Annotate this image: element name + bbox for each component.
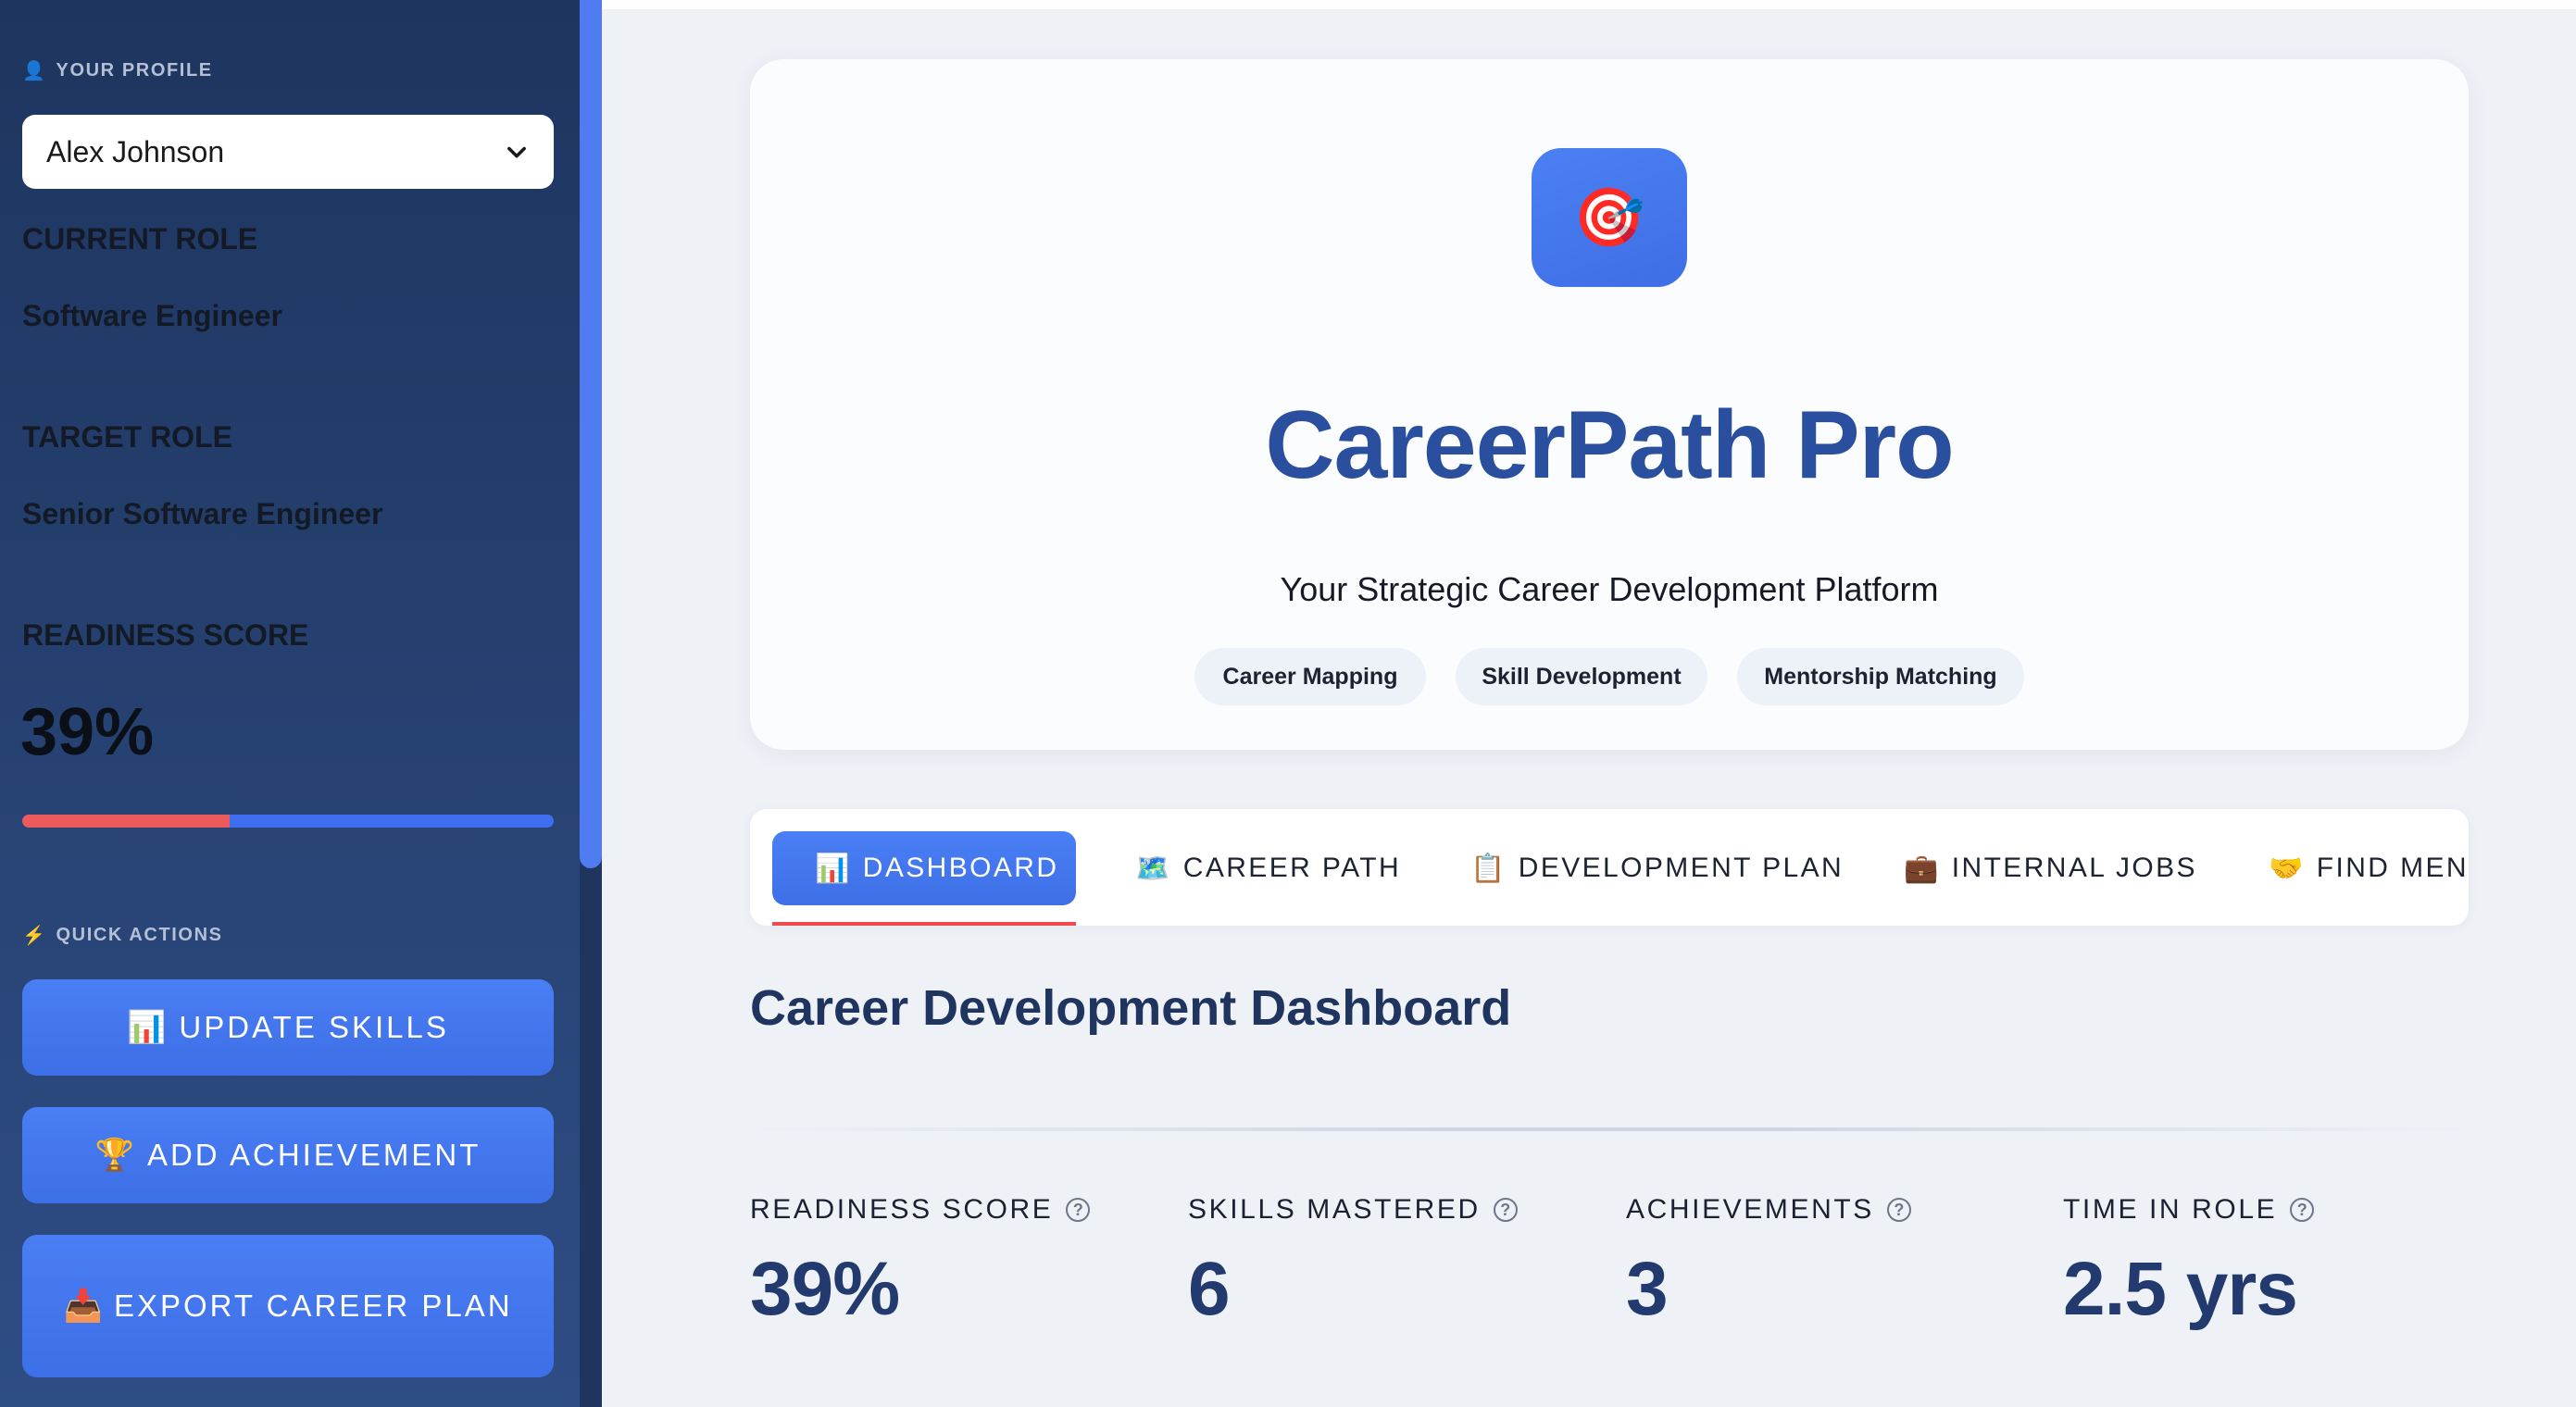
metric-label: ACHIEVEMENTS ? <box>1626 1194 1911 1226</box>
tab-dashboard[interactable]: 📊 DASHBOARD <box>772 831 1076 905</box>
sidebar: 👤 YOUR PROFILE Alex Johnson CURRENT ROLE… <box>0 0 580 1407</box>
help-icon[interactable]: ? <box>1066 1198 1091 1222</box>
active-tab-indicator <box>772 922 1076 926</box>
user-icon: 👤 <box>22 61 47 81</box>
app-logo: 🎯 <box>1532 148 1687 287</box>
tab-career-path-label: CAREER PATH <box>1182 853 1402 883</box>
metric-label-text: SKILLS MASTERED <box>1188 1194 1481 1225</box>
metric-skills-mastered: SKILLS MASTERED ? 6 <box>1188 1194 1518 1333</box>
dashboard-title: Career Development Dashboard <box>750 980 1512 1036</box>
help-icon[interactable]: ? <box>2290 1198 2315 1222</box>
metric-value: 39% <box>750 1247 900 1331</box>
briefcase-icon: 💼 <box>1904 853 1941 884</box>
export-career-plan-button[interactable]: 📥 EXPORT CAREER PLAN <box>22 1235 554 1377</box>
current-role-label: CURRENT ROLE <box>22 222 258 255</box>
tab-development-plan-label: DEVELOPMENT PLAN <box>1518 853 1844 883</box>
export-career-plan-label: 📥 EXPORT CAREER PLAN <box>63 1283 512 1329</box>
metric-achievements: ACHIEVEMENTS ? 3 <box>1626 1194 1911 1333</box>
target-icon: 🎯 <box>1573 185 1645 250</box>
quick-actions-heading: ⚡ QUICK ACTIONS <box>22 924 223 947</box>
help-icon[interactable]: ? <box>1493 1198 1518 1222</box>
tab-find-mentors[interactable]: 🤝 FIND MENTORS <box>2269 831 2469 905</box>
quick-actions-heading-label: QUICK ACTIONS <box>56 925 223 945</box>
readiness-progress-bar <box>22 815 554 828</box>
trophy-icon: 🏆 <box>94 1138 134 1173</box>
profile-heading: 👤 YOUR PROFILE <box>22 59 213 82</box>
tag-skill-development: Skill Development <box>1456 648 1707 705</box>
inbox-tray-icon: 📥 <box>63 1289 103 1324</box>
metric-label-text: READINESS SCORE <box>750 1194 1054 1225</box>
metric-label-text: ACHIEVEMENTS <box>1626 1194 1874 1225</box>
help-icon[interactable]: ? <box>1886 1198 1911 1222</box>
tab-internal-jobs-label: INTERNAL JOBS <box>1951 853 2197 883</box>
app-subtitle: Your Strategic Career Development Platfo… <box>1280 570 1939 608</box>
readiness-score-label: READINESS SCORE <box>22 618 309 652</box>
handshake-icon: 🤝 <box>2269 853 2306 884</box>
app-title: CareerPath Pro <box>1265 392 1954 499</box>
sidebar-scrollbar[interactable] <box>580 0 602 1407</box>
metric-label-text: TIME IN ROLE <box>2063 1194 2278 1225</box>
metric-label: SKILLS MASTERED ? <box>1188 1194 1518 1226</box>
tab-find-mentors-label: FIND MENTORS <box>2316 853 2469 883</box>
hero-card: 🎯 CareerPath Pro Your Strategic Career D… <box>750 59 2469 750</box>
tag-career-mapping: Career Mapping <box>1194 648 1426 705</box>
profile-select-value: Alex Johnson <box>46 134 225 168</box>
main-tabs: 📊 DASHBOARD 🗺️ CAREER PATH 📋 DEVELOPMENT… <box>750 809 2469 926</box>
readiness-score-value: 39% <box>20 695 155 769</box>
sidebar-scrollbar-thumb[interactable] <box>580 0 602 868</box>
metric-label: READINESS SCORE ? <box>750 1194 1091 1226</box>
bar-chart-icon: 📊 <box>127 1010 167 1045</box>
export-career-plan-text: EXPORT CAREER PLAN <box>113 1289 513 1323</box>
tab-internal-jobs[interactable]: 💼 INTERNAL JOBS <box>1904 831 2197 905</box>
readiness-progress-fill <box>22 815 230 828</box>
section-divider <box>750 1127 2469 1131</box>
target-role-label: TARGET ROLE <box>22 420 232 454</box>
update-skills-label: UPDATE SKILLS <box>179 1010 449 1044</box>
chevron-down-icon <box>507 146 526 158</box>
bar-chart-icon: 📊 <box>815 853 852 884</box>
metric-label: TIME IN ROLE ? <box>2063 1194 2315 1226</box>
clipboard-icon: 📋 <box>1470 853 1507 884</box>
add-achievement-button[interactable]: 🏆 ADD ACHIEVEMENT <box>22 1107 554 1203</box>
add-achievement-label: ADD ACHIEVEMENT <box>146 1138 481 1172</box>
profile-heading-label: YOUR PROFILE <box>56 60 213 81</box>
profile-select[interactable]: Alex Johnson <box>22 115 554 189</box>
current-role-value: Software Engineer <box>22 299 282 332</box>
metric-value: 2.5 yrs <box>2063 1247 2298 1331</box>
tab-development-plan[interactable]: 📋 DEVELOPMENT PLAN <box>1470 831 1844 905</box>
lightning-icon: ⚡ <box>22 926 47 946</box>
top-strip <box>602 0 2576 9</box>
tag-mentorship-matching: Mentorship Matching <box>1737 648 2024 705</box>
tab-dashboard-label: DASHBOARD <box>862 853 1059 883</box>
metric-time-in-role: TIME IN ROLE ? 2.5 yrs <box>2063 1194 2315 1333</box>
map-icon: 🗺️ <box>1135 853 1172 884</box>
tab-career-path[interactable]: 🗺️ CAREER PATH <box>1135 831 1401 905</box>
update-skills-button[interactable]: 📊 UPDATE SKILLS <box>22 979 554 1076</box>
metric-value: 6 <box>1188 1247 1231 1331</box>
target-role-value: Senior Software Engineer <box>22 497 383 530</box>
metric-readiness-score: READINESS SCORE ? 39% <box>750 1194 1091 1333</box>
metric-value: 3 <box>1626 1247 1669 1331</box>
